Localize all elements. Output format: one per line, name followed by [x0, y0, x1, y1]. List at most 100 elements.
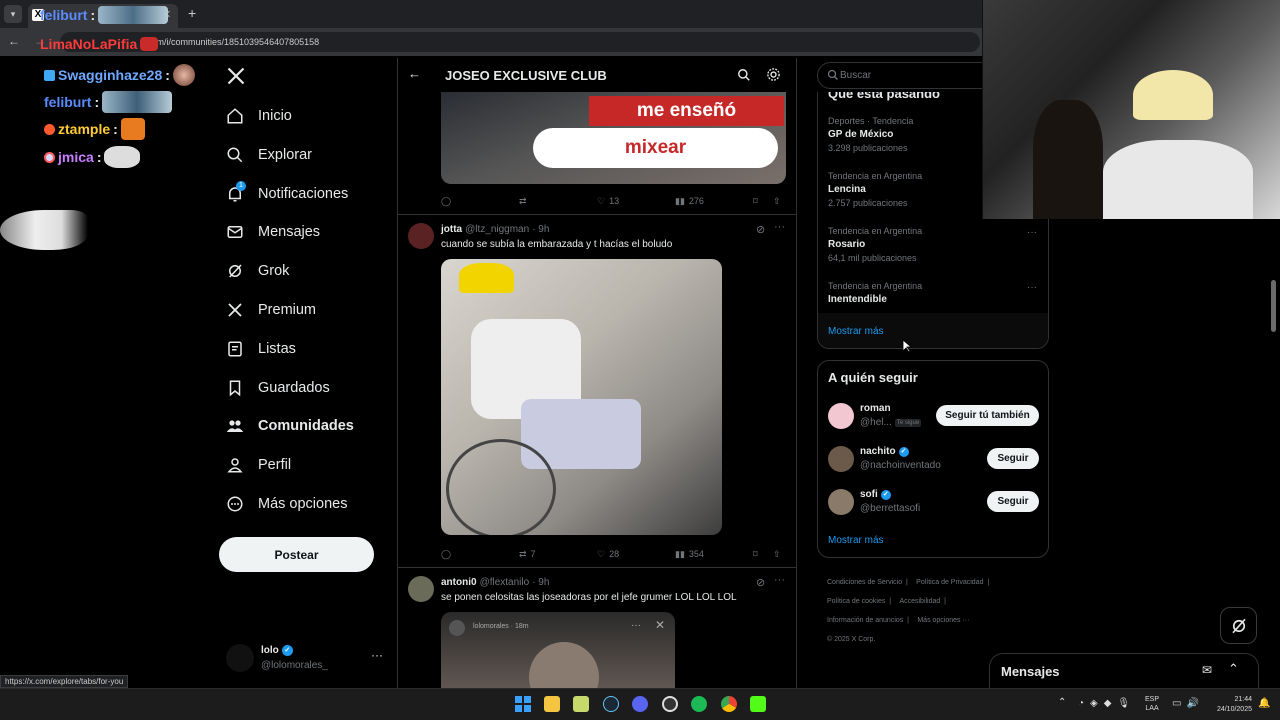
nav-item-premium[interactable]: Premium: [226, 298, 316, 322]
back-arrow-icon[interactable]: ←: [408, 66, 421, 81]
follow-button[interactable]: Seguir: [987, 448, 1039, 469]
nav-item-perfil[interactable]: Perfil: [226, 453, 291, 477]
grok-icon[interactable]: ⊘: [756, 223, 765, 236]
post-author[interactable]: jotta: [441, 224, 462, 235]
show-more-link[interactable]: Mostrar más: [828, 326, 884, 337]
share-icon[interactable]: ⇧: [773, 549, 781, 560]
nav-item-mas-opciones[interactable]: Más opciones: [226, 492, 347, 516]
person-icon: [226, 456, 244, 474]
tray-icons[interactable]: ◔◈◆🎙: [1078, 698, 1136, 709]
nav-item-notificaciones[interactable]: 1 Notificaciones: [226, 181, 348, 206]
nav-item-mensajes[interactable]: Mensajes: [226, 220, 320, 244]
chat-username: Swagginhaze28: [58, 67, 163, 83]
share-icon[interactable]: ⇧: [773, 196, 781, 207]
heart-icon: ♡: [597, 195, 606, 206]
bookmark-icon: [226, 379, 244, 397]
nav-item-explorar[interactable]: Explorar: [226, 143, 312, 167]
nav-item-guardados[interactable]: Guardados: [226, 376, 330, 400]
bookmark-icon[interactable]: ⌑: [753, 196, 758, 207]
chat-username: feliburt: [40, 7, 88, 23]
app-icon[interactable]: [573, 696, 589, 712]
post-button[interactable]: Postear: [219, 537, 374, 572]
footer-link[interactable]: Información de anuncios: [827, 617, 903, 624]
follow-suggestion[interactable]: nachito ✓ @nachoinventado Seguir: [828, 444, 1040, 476]
compose-message-icon[interactable]: ✉: [1202, 663, 1212, 677]
views-button[interactable]: ▮▮ 276: [675, 196, 704, 207]
footer-link[interactable]: Política de Privacidad: [916, 579, 983, 586]
repost-button[interactable]: ⇄ 7: [519, 549, 536, 560]
grok-icon[interactable]: ⊘: [756, 576, 765, 589]
grok-floating-button[interactable]: [1220, 607, 1257, 644]
back-arrow-icon[interactable]: ←: [8, 34, 20, 48]
footer-link[interactable]: Política de cookies: [827, 598, 885, 605]
follow-back-button[interactable]: Seguir tú también: [936, 405, 1039, 426]
search-icon: [226, 146, 244, 164]
tab-list-button[interactable]: ▾: [4, 5, 22, 23]
nav-item-grok[interactable]: Grok: [226, 259, 289, 283]
show-more-link[interactable]: Mostrar más: [828, 535, 884, 546]
face: [529, 642, 599, 688]
footer-link[interactable]: Más opciones ···: [917, 617, 969, 624]
account-switcher[interactable]: lolo ✓ @lolomorales_ ···: [226, 642, 386, 674]
embed-handle: lolomorales · 18m: [473, 623, 529, 630]
embedded-screenshot[interactable]: lolomorales · 18m ··· ✕: [441, 612, 675, 688]
windows-start-icon[interactable]: [515, 696, 531, 712]
more-dots-icon[interactable]: ···: [774, 574, 785, 586]
search-input[interactable]: Buscar: [817, 62, 1007, 89]
tray-chevron-icon[interactable]: ⌃: [1058, 697, 1066, 708]
clock[interactable]: 21:44 24/10/2025: [1206, 695, 1252, 715]
follow-suggestion[interactable]: roman @hel... Te sigue Seguir tú también: [828, 401, 1040, 433]
footer-link[interactable]: Condiciones de Servicio: [827, 579, 902, 586]
reply-icon[interactable]: ◯: [441, 196, 451, 207]
notification-bell-icon[interactable]: 🔔: [1258, 698, 1270, 709]
x-logo-icon[interactable]: [226, 66, 246, 86]
nav-item-label: Más opciones: [258, 496, 348, 512]
nav-item-listas[interactable]: Listas: [226, 337, 296, 361]
views-button[interactable]: ▮▮ 354: [675, 549, 704, 560]
footer-link[interactable]: Accesibilidad: [899, 598, 940, 605]
gear-icon[interactable]: [766, 67, 781, 82]
more-dots-icon[interactable]: ···: [1027, 282, 1037, 293]
yellow-cap: [459, 263, 514, 293]
nav-item-label: Listas: [258, 341, 296, 357]
avatar: [408, 576, 434, 602]
post[interactable]: jotta @ltz_niggman · 9h ⊘ ··· cuando se …: [398, 215, 796, 567]
nav-item-inicio[interactable]: Inicio: [226, 104, 292, 128]
url-field[interactable]: x.com/i/communities/1851039546407805158: [60, 32, 980, 52]
repost-icon[interactable]: ⇄: [519, 196, 527, 207]
chrome-icon[interactable]: [721, 696, 737, 712]
more-dots-icon[interactable]: ···: [774, 221, 785, 233]
follow-button[interactable]: Seguir: [987, 491, 1039, 512]
post-author[interactable]: antoni0: [441, 577, 477, 588]
steam-icon[interactable]: [603, 696, 619, 712]
post-photo[interactable]: [441, 259, 722, 535]
obs-icon[interactable]: [662, 696, 678, 712]
like-button[interactable]: ♡ 13: [597, 196, 619, 207]
page-scrollbar[interactable]: [1271, 280, 1276, 332]
kick-icon[interactable]: [750, 696, 766, 712]
discord-icon[interactable]: [632, 696, 648, 712]
expand-icon[interactable]: ⌃: [1228, 661, 1239, 677]
search-icon[interactable]: [737, 68, 751, 82]
file-explorer-icon[interactable]: [544, 696, 560, 712]
trend-item[interactable]: Tendencia en Argentina Inentendible: [828, 281, 1038, 305]
follow-suggestion[interactable]: sofi ✓ @berrettasofi Seguir: [828, 487, 1040, 519]
new-tab-button[interactable]: +: [188, 5, 196, 21]
spotify-icon[interactable]: [691, 696, 707, 712]
keyboard-language[interactable]: ESP LAA: [1145, 695, 1159, 713]
nav-item-comunidades[interactable]: Comunidades: [226, 414, 354, 438]
person-right-cap: [1133, 70, 1213, 120]
more-dots-icon[interactable]: ···: [371, 648, 383, 662]
post[interactable]: antoni0 @flextanilo · 9h ⊘ ··· se ponen …: [398, 568, 796, 688]
reply-icon[interactable]: ◯: [441, 549, 451, 560]
trend-item[interactable]: Tendencia en Argentina Rosario 64,1 mil …: [828, 226, 1038, 263]
chat-username: feliburt: [44, 94, 92, 110]
tray-status-icons[interactable]: ▭🔊: [1172, 698, 1204, 709]
like-button[interactable]: ♡ 28: [597, 549, 619, 560]
messages-drawer[interactable]: Mensajes ✉ ⌃: [989, 653, 1259, 688]
more-dots-icon[interactable]: ···: [1027, 227, 1037, 238]
x-logo-icon: [226, 301, 244, 319]
bookmark-icon[interactable]: ⌑: [753, 549, 758, 560]
nav-item-label: Grok: [258, 263, 290, 279]
account-handle: @lolomorales_: [261, 660, 328, 671]
